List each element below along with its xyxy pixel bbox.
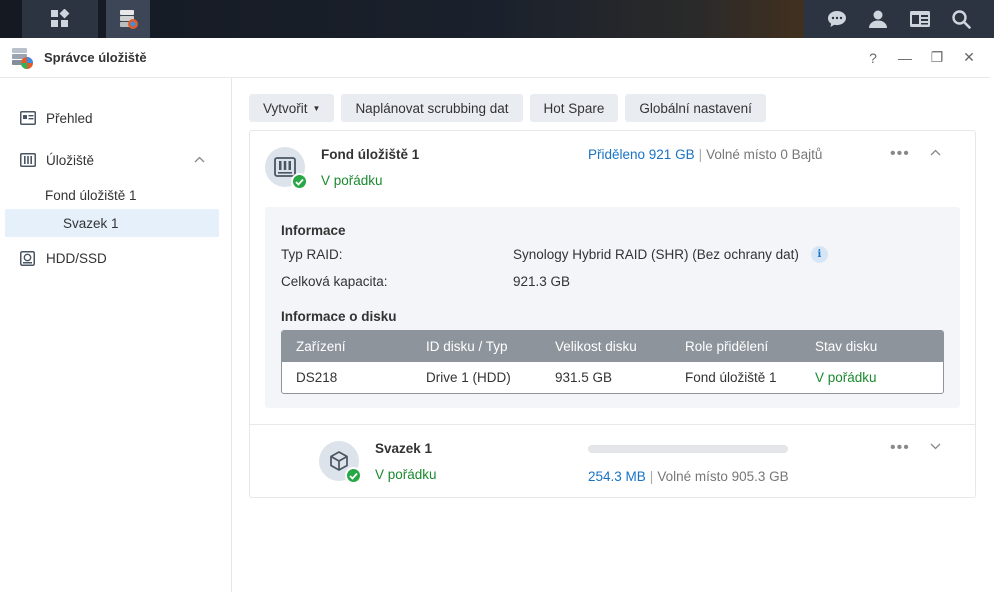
- chevron-down-icon[interactable]: [930, 439, 941, 453]
- caret-down-icon: ▼: [312, 103, 321, 113]
- hdd-icon: [20, 250, 36, 266]
- volume-name: Svazek 1: [375, 441, 433, 456]
- window-edge: [990, 38, 994, 592]
- main-menu-button[interactable]: [22, 0, 98, 38]
- hot-spare-button[interactable]: Hot Spare: [529, 94, 619, 122]
- sidebar-item-label: Svazek 1: [63, 215, 119, 231]
- toolbar: Vytvořit ▼ Naplánovat scrubbing dat Hot …: [249, 94, 976, 122]
- sidebar-item-overview[interactable]: Přehled: [0, 104, 231, 132]
- storage-pool-name: Fond úložiště 1: [321, 147, 420, 162]
- free-space-text: Volné místo 0 Bajtů: [706, 147, 823, 162]
- search-icon[interactable]: [950, 8, 972, 30]
- schedule-scrubbing-button[interactable]: Naplánovat scrubbing dat: [341, 94, 523, 122]
- storage-pool-info-panel: Informace Typ RAID: Synology Hybrid RAID…: [265, 207, 960, 408]
- sidebar-item-storage-pool-1[interactable]: Fond úložiště 1: [0, 181, 231, 209]
- info-icon[interactable]: i: [810, 246, 828, 263]
- volume-usage-bar: [588, 445, 788, 453]
- sidebar: Přehled Úložiště Fond úložiště 1 Svazek …: [0, 78, 232, 592]
- volume-row[interactable]: Svazek 1 V pořádku 254.3 MB | Volné místo …: [250, 424, 975, 497]
- restore-button[interactable]: ❐: [928, 49, 946, 67]
- taskbar: [0, 0, 994, 38]
- widgets-icon[interactable]: [909, 8, 931, 30]
- grid-icon: [49, 8, 71, 30]
- table-cell: Fond úložiště 1: [685, 370, 777, 385]
- window-titlebar: Správce úložiště ? — ❐ ✕: [0, 38, 994, 78]
- more-options-icon[interactable]: •••: [890, 145, 910, 163]
- column-header[interactable]: ID disku / Typ: [426, 339, 555, 354]
- sidebar-item-volume-1[interactable]: Svazek 1: [5, 209, 219, 237]
- storage-manager-icon: [117, 8, 139, 30]
- window-title: Správce úložiště: [44, 50, 147, 65]
- total-capacity-value: 921.3 GB: [513, 274, 571, 289]
- volume-icon: [319, 441, 362, 484]
- chevron-up-icon[interactable]: [194, 154, 205, 166]
- check-icon: [291, 173, 308, 190]
- storage-pool-usage: Přiděleno 921 GB | Volné místo 0 Bajtů: [588, 147, 822, 162]
- table-header: Zařízení ID disku / Typ Velikost disku R…: [282, 331, 943, 362]
- disk-info-heading: Informace o disku: [281, 309, 397, 324]
- raid-type-value: Synology Hybrid RAID (SHR) (Bez ochrany …: [513, 247, 799, 262]
- allocated-text: Přiděleno 921 GB: [588, 147, 695, 162]
- table-cell: Drive 1 (HDD): [426, 370, 511, 385]
- create-button-label: Vytvořit: [263, 100, 308, 116]
- storage-pool-header[interactable]: Fond úložiště 1 V pořádku Přiděleno 921 …: [250, 131, 975, 207]
- taskbar-right-tray: [804, 0, 994, 38]
- raid-type-row: Typ RAID: Synology Hybrid RAID (SHR) (Be…: [281, 241, 944, 268]
- table-cell-status: V pořádku: [815, 370, 877, 385]
- close-button[interactable]: ✕: [960, 49, 978, 67]
- table-row[interactable]: DS218 Drive 1 (HDD) 931.5 GB Fond úložiš…: [282, 362, 943, 393]
- more-options-icon[interactable]: •••: [890, 439, 910, 457]
- disk-table: Zařízení ID disku / Typ Velikost disku R…: [281, 330, 944, 394]
- sidebar-item-label: HDD/SSD: [46, 250, 107, 266]
- total-capacity-label: Celková kapacita:: [281, 274, 388, 289]
- column-header[interactable]: Stav disku: [815, 339, 935, 354]
- sidebar-item-storage[interactable]: Úložiště: [0, 146, 231, 174]
- table-cell: 931.5 GB: [555, 370, 613, 385]
- volume-status: V pořádku: [375, 467, 437, 482]
- sidebar-item-label: Přehled: [46, 110, 93, 126]
- volume-usage-text: 254.3 MB | Volné místo 905.3 GB: [588, 465, 798, 489]
- free-space-text: Volné místo 905.3 GB: [657, 469, 789, 484]
- storage-icon: [20, 152, 36, 168]
- storage-pool-card: Fond úložiště 1 V pořádku Přiděleno 921 …: [249, 130, 976, 498]
- overview-icon: [20, 110, 36, 126]
- separator: |: [649, 469, 654, 484]
- table-cell: DS218: [296, 370, 338, 385]
- sidebar-item-label: Fond úložiště 1: [45, 187, 137, 203]
- column-header[interactable]: Zařízení: [296, 339, 426, 354]
- raid-type-label: Typ RAID:: [281, 247, 343, 262]
- check-icon: [345, 467, 362, 484]
- separator: |: [698, 147, 703, 162]
- storage-pool-status: V pořádku: [321, 173, 383, 188]
- storage-manager-icon: [10, 46, 34, 70]
- used-text: 254.3 MB: [588, 469, 646, 484]
- chevron-up-icon[interactable]: [930, 145, 941, 159]
- minimize-button[interactable]: —: [896, 49, 914, 67]
- storage-manager-taskbar-button[interactable]: [106, 0, 150, 38]
- column-header[interactable]: Velikost disku: [555, 339, 685, 354]
- help-button[interactable]: ?: [864, 49, 882, 67]
- total-capacity-row: Celková kapacita: 921.3 GB: [281, 268, 944, 295]
- sidebar-item-hdd-ssd[interactable]: HDD/SSD: [0, 244, 231, 272]
- chat-icon[interactable]: [826, 8, 848, 30]
- column-header[interactable]: Role přidělení: [685, 339, 815, 354]
- create-button[interactable]: Vytvořit ▼: [249, 94, 335, 122]
- info-heading: Informace: [281, 223, 346, 238]
- storage-manager-window: Správce úložiště ? — ❐ ✕ Přehled Úložišt…: [0, 38, 994, 592]
- user-icon[interactable]: [867, 8, 889, 30]
- main-content: Vytvořit ▼ Naplánovat scrubbing dat Hot …: [249, 78, 976, 498]
- global-settings-button[interactable]: Globální nastavení: [625, 94, 766, 122]
- sidebar-item-label: Úložiště: [46, 152, 95, 168]
- storage-pool-icon: [265, 147, 308, 190]
